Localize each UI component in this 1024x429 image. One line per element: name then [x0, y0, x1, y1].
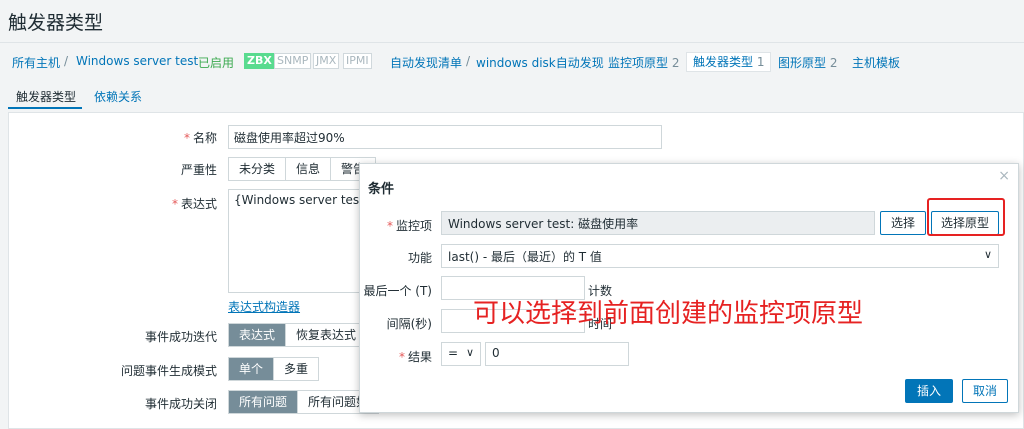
ok-event-generation-selector: 表达式 恢复表达式 [228, 323, 368, 347]
problem-mode-multiple[interactable]: 多重 [274, 358, 318, 380]
tag-ipmi: IPMI [343, 53, 372, 69]
ok-close-all-problems[interactable]: 所有问题 [229, 391, 299, 413]
condition-dialog: 条件 × * 监控项 Windows server test: 磁盘使用率 选择 … [359, 163, 1019, 413]
interval-label: 间隔(秒) [386, 317, 432, 331]
result-value-input[interactable]: 0 [485, 342, 629, 366]
dialog-title: 条件 [368, 182, 395, 197]
active-tab-indicator [8, 107, 82, 109]
ok-close-selector: 所有问题 所有问题如 [228, 390, 380, 414]
ok-event-expression[interactable]: 表达式 [229, 324, 287, 346]
chevron-down-icon: ∨ [465, 346, 474, 359]
nav-separator: / [64, 54, 69, 68]
title-divider [0, 42, 1024, 43]
required-marker: * [183, 131, 190, 145]
result-label-text: 结果 [407, 350, 432, 364]
problem-mode-selector: 单个 多重 [228, 357, 320, 381]
nav-trigger-prototypes-count: 1 [756, 55, 765, 69]
highlight-box [927, 198, 1005, 236]
host-navigation: 所有主机 / Windows server test 已启用 ZBX SNMP … [0, 52, 1024, 72]
nav-item-prototypes-count: 2 [671, 56, 680, 70]
chevron-down-icon: ∨ [983, 248, 992, 261]
page-title: 触发器类型 [8, 12, 104, 34]
severity-selector: 未分类 信息 警告 [228, 157, 377, 181]
tab-trigger-prototype[interactable]: 触发器类型 [16, 88, 76, 105]
insert-button[interactable]: 插入 [905, 379, 953, 403]
annotation-text: 可以选择到前面创建的监控项原型 [473, 299, 864, 329]
nav-all-hosts[interactable]: 所有主机 [12, 54, 60, 71]
nav-separator: / [466, 54, 471, 68]
nav-discovery-list[interactable]: 自动发现清单 [390, 54, 462, 71]
severity-unclassified[interactable]: 未分类 [229, 158, 287, 180]
problem-mode-label: 问题事件生成模式 [120, 364, 217, 378]
tag-zbx: ZBX [244, 53, 275, 69]
severity-label: 严重性 [180, 163, 217, 177]
ok-close-label: 事件成功关闭 [144, 397, 217, 411]
required-marker: * [398, 350, 405, 364]
nav-item-prototypes-label: 监控项原型 [608, 56, 669, 70]
nav-trigger-prototypes-label: 触发器类型 [693, 55, 754, 69]
function-select[interactable]: last() - 最后（最近）的 T 值 ∨ [441, 244, 999, 268]
nav-host[interactable]: Windows server test [76, 54, 198, 68]
tag-jmx: JMX [313, 53, 340, 69]
nav-enabled-status[interactable]: 已启用 [198, 54, 234, 71]
cancel-button[interactable]: 取消 [962, 379, 1008, 403]
result-label: * 结果 [399, 348, 432, 365]
name-input[interactable]: 磁盘使用率超过90% [228, 125, 662, 149]
nav-discovery-rule[interactable]: windows disk自动发现 [476, 54, 604, 71]
ok-event-generation-label: 事件成功迭代 [144, 330, 217, 344]
select-button[interactable]: 选择 [880, 211, 926, 235]
expression-label: * 表达式 [172, 195, 217, 212]
tab-dependencies[interactable]: 依赖关系 [94, 88, 142, 105]
function-select-value: last() - 最后（最近）的 T 值 [448, 250, 602, 264]
nav-trigger-prototypes[interactable]: 触发器类型 1 [686, 52, 772, 72]
form-tabs: 触发器类型 依赖关系 [8, 86, 1024, 110]
required-marker: * [386, 219, 393, 233]
tag-snmp: SNMP [274, 53, 312, 69]
name-label-text: 名称 [192, 131, 217, 145]
name-label: * 名称 [184, 129, 217, 146]
nav-graph-prototypes[interactable]: 图形原型 2 [778, 54, 837, 71]
result-operator-select[interactable]: = ∨ [441, 342, 481, 366]
expression-label-text: 表达式 [180, 197, 217, 211]
severity-info[interactable]: 信息 [286, 158, 332, 180]
last-of-label: 最后一个 (T) [363, 284, 432, 298]
nav-host-prototypes[interactable]: 主机模板 [852, 54, 900, 71]
nav-graph-prototypes-label: 图形原型 [778, 56, 827, 70]
nav-item-prototypes[interactable]: 监控项原型 2 [608, 54, 679, 71]
item-label-text: 监控项 [395, 219, 432, 233]
close-icon[interactable]: × [998, 168, 1010, 184]
problem-mode-single[interactable]: 单个 [229, 358, 275, 380]
nav-graph-prototypes-count: 2 [829, 56, 838, 70]
result-operator-value: = [448, 346, 459, 360]
function-label: 功能 [407, 251, 432, 265]
ok-event-recovery-expression[interactable]: 恢复表达式 [286, 324, 366, 346]
item-input: Windows server test: 磁盘使用率 [441, 211, 875, 235]
expression-textarea[interactable]: {Windows server test:vfs [228, 189, 368, 293]
expression-builder-link[interactable]: 表达式构造器 [228, 298, 300, 315]
item-label: * 监控项 [387, 217, 432, 234]
required-marker: * [171, 197, 178, 211]
